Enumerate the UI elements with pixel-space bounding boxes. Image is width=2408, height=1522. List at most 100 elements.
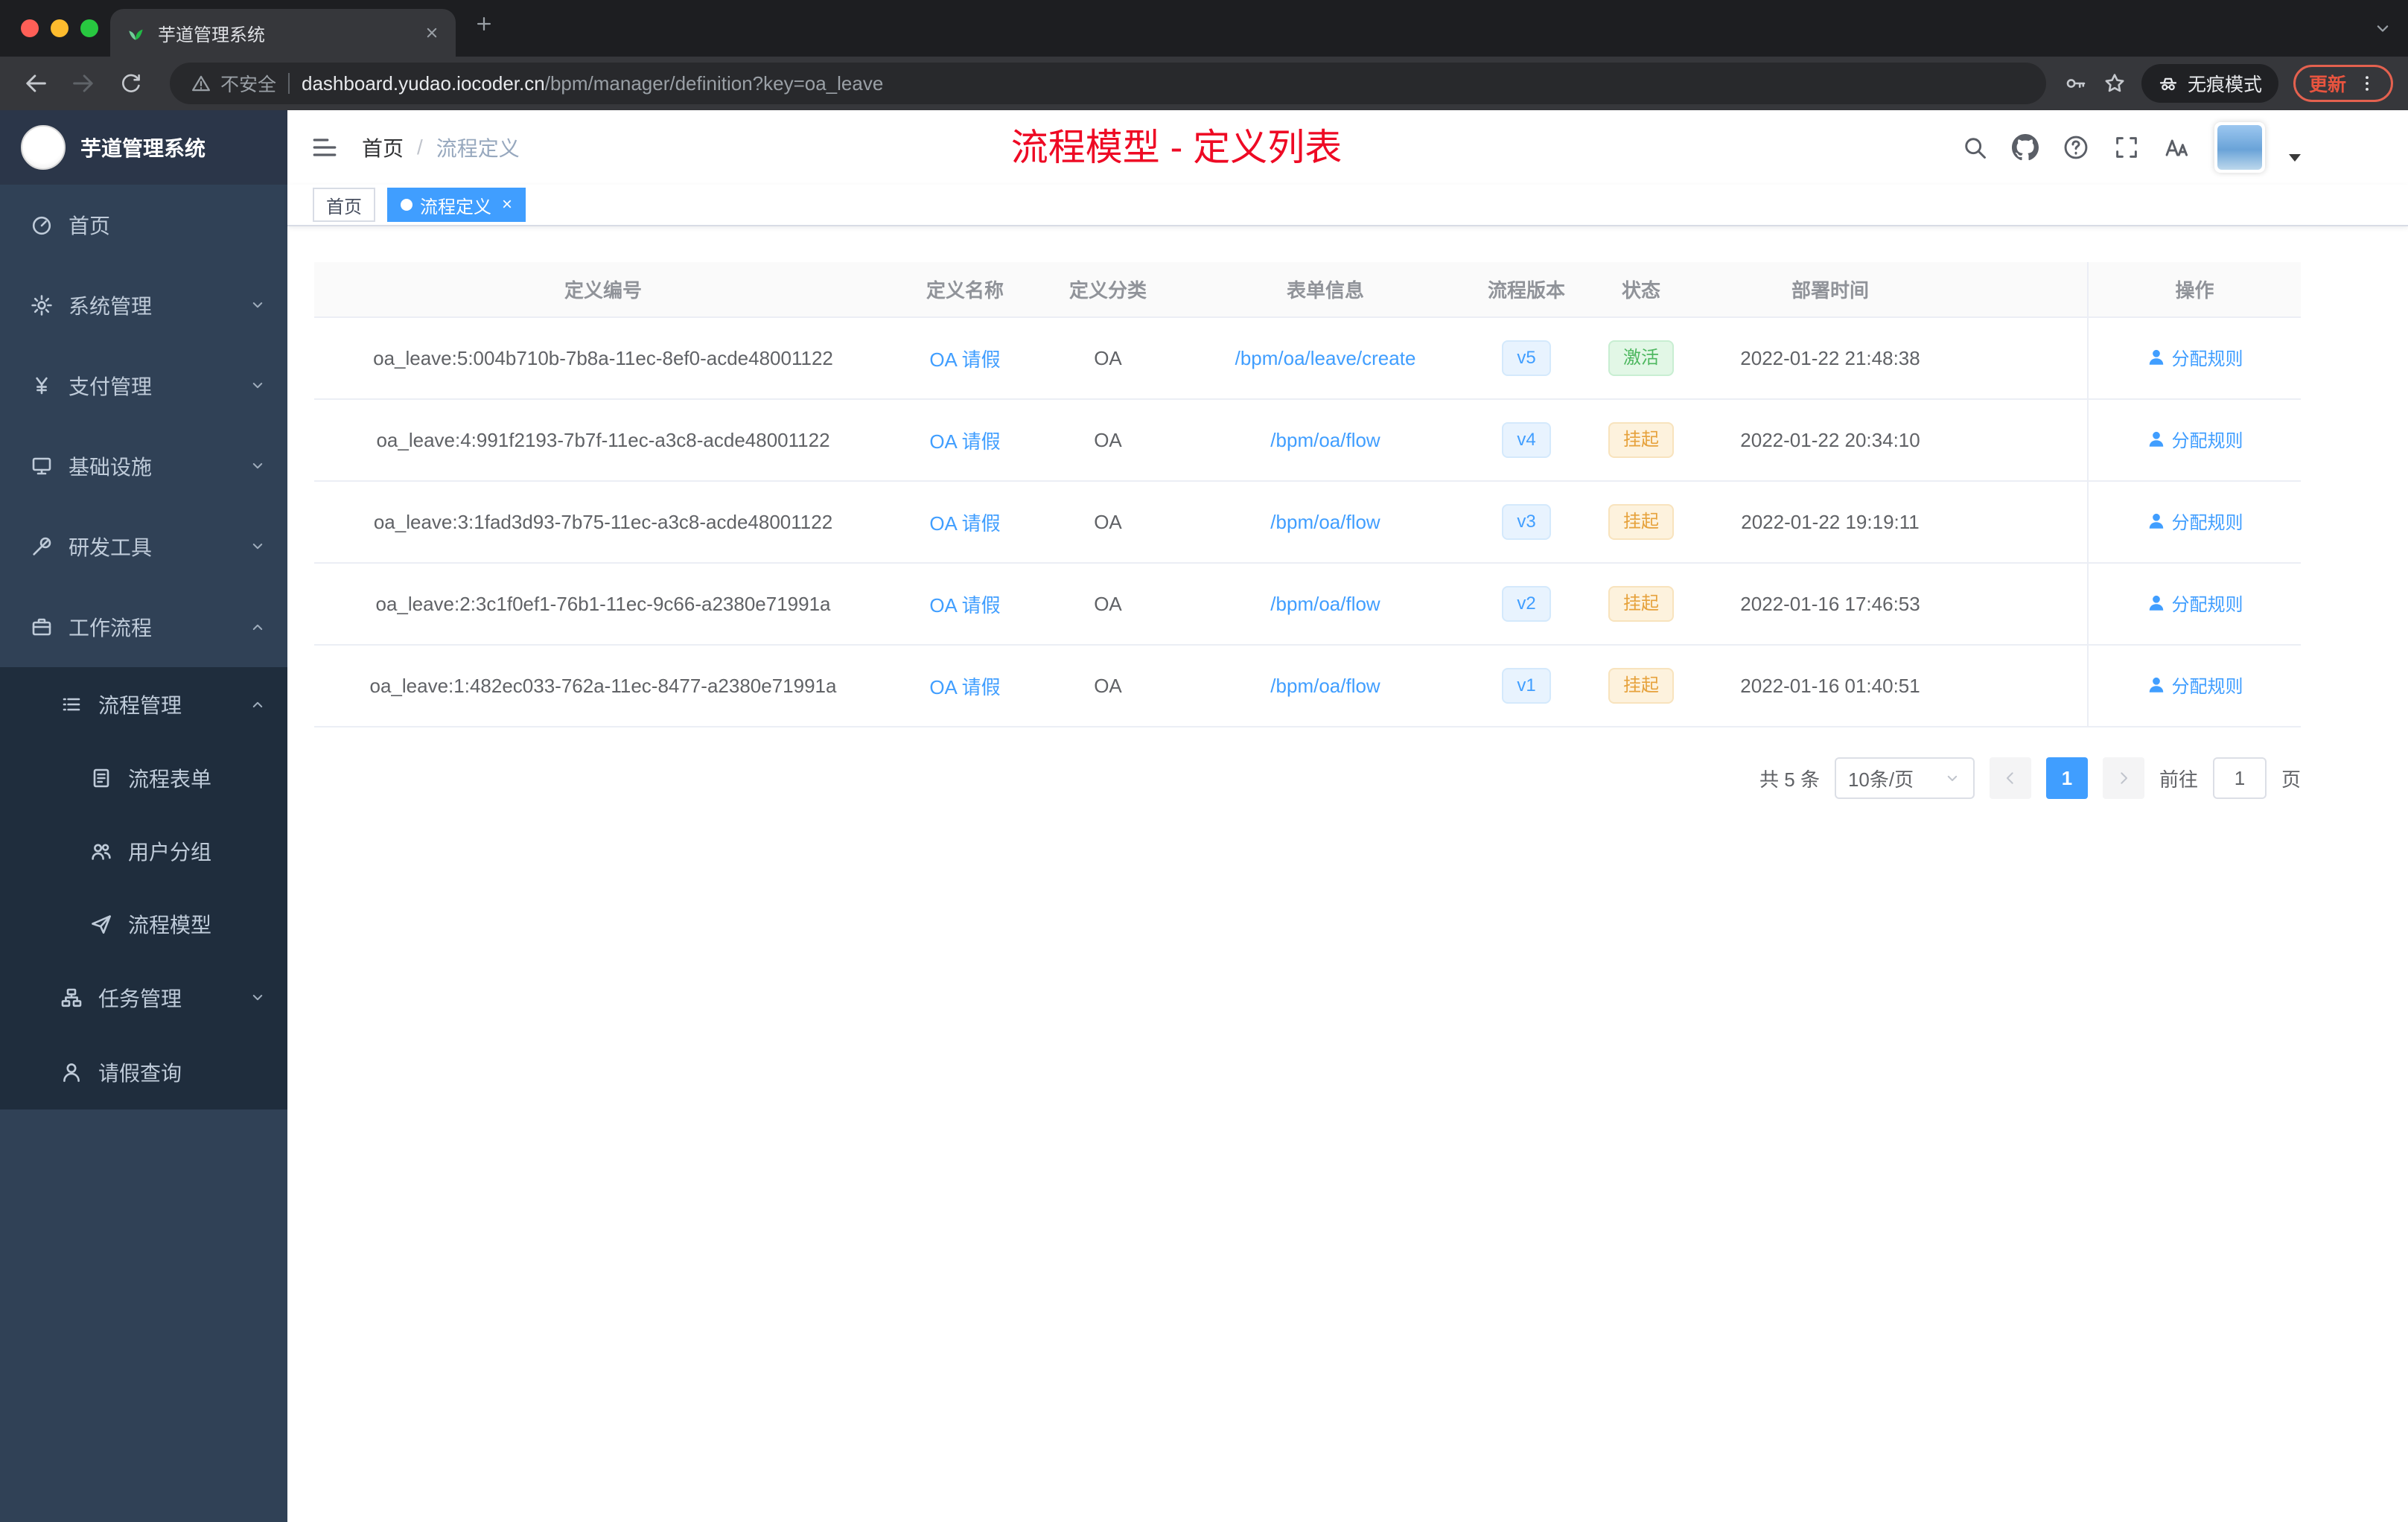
list-icon xyxy=(60,692,83,716)
header-actions xyxy=(1961,110,2301,185)
help-icon[interactable] xyxy=(2063,134,2089,161)
tag-process-definition[interactable]: 流程定义 × xyxy=(387,188,526,222)
assign-rule-link[interactable]: 分配规则 xyxy=(2147,590,2243,616)
spacer-cell xyxy=(1958,563,2088,646)
version-tag: v5 xyxy=(1502,340,1551,376)
tab-close-icon[interactable] xyxy=(423,24,441,42)
gear-icon xyxy=(30,293,54,317)
table-header-row: 定义编号 定义名称 定义分类 表单信息 流程版本 状态 部署时间 操作 xyxy=(314,262,2301,318)
spacer-cell xyxy=(1958,645,2088,727)
url-path: /bpm/manager/definition?key=oa_leave xyxy=(544,71,884,95)
form-info-link[interactable]: /bpm/oa/flow xyxy=(1270,675,1380,697)
new-tab-button[interactable] xyxy=(474,13,494,34)
assign-rule-link[interactable]: 分配规则 xyxy=(2147,672,2243,698)
assign-rule-link[interactable]: 分配规则 xyxy=(2147,508,2243,534)
definition-name-link[interactable]: OA 请假 xyxy=(929,512,1000,535)
sidebar-item-system[interactable]: 系统管理 xyxy=(0,265,287,346)
breadcrumb-home[interactable]: 首页 xyxy=(362,133,404,162)
wrench-icon xyxy=(30,535,54,558)
back-button[interactable] xyxy=(15,63,57,104)
bookmark-star-icon[interactable] xyxy=(2103,71,2127,95)
col-process-version: 流程版本 xyxy=(1473,262,1580,318)
definition-id: oa_leave:5:004b710b-7b8a-11ec-8ef0-acde4… xyxy=(373,346,833,369)
pagination: 共 5 条 10条/页 1 前往 页 xyxy=(314,757,2301,799)
user-icon xyxy=(2147,348,2166,367)
deploy-time: 2022-01-22 21:48:38 xyxy=(1740,346,1920,369)
avatar-caret-icon[interactable] xyxy=(2289,154,2301,162)
form-info-link[interactable]: /bpm/oa/leave/create xyxy=(1235,347,1416,369)
browser-tab[interactable]: 芋道管理系统 xyxy=(110,9,456,57)
back-icon xyxy=(22,70,49,97)
close-window-button[interactable] xyxy=(21,19,39,37)
form-info-link[interactable]: /bpm/oa/flow xyxy=(1270,429,1380,451)
deploy-time: 2022-01-16 17:46:53 xyxy=(1740,592,1920,615)
form-info-link[interactable]: /bpm/oa/flow xyxy=(1270,593,1380,615)
sidebar-item-user-group[interactable]: 用户分组 xyxy=(0,815,287,888)
minimize-window-button[interactable] xyxy=(51,19,69,37)
sidebar-item-process-management[interactable]: 流程管理 xyxy=(0,667,287,742)
reload-button[interactable] xyxy=(110,63,152,104)
chevron-down-icon xyxy=(249,296,267,314)
sidebar-toggle-icon[interactable] xyxy=(310,133,340,162)
assign-rule-link[interactable]: 分配规则 xyxy=(2147,344,2243,370)
maximize-window-button[interactable] xyxy=(80,19,98,37)
status-tag: 挂起 xyxy=(1608,668,1674,704)
browser-toolbar: 不安全 dashboard.yudao.iocoder.cn/bpm/manag… xyxy=(0,57,2408,110)
version-tag: v2 xyxy=(1502,586,1551,622)
chrome-update-button[interactable]: 更新 xyxy=(2293,65,2393,102)
fullscreen-icon[interactable] xyxy=(2113,134,2140,161)
tab-search-chevron-icon[interactable] xyxy=(2372,18,2393,39)
toolbar-right: 无痕模式 更新 xyxy=(2064,64,2393,103)
tag-home[interactable]: 首页 xyxy=(313,188,375,222)
definition-id: oa_leave:4:991f2193-7b7f-11ec-a3c8-acde4… xyxy=(376,428,830,451)
definition-name-link[interactable]: OA 请假 xyxy=(929,594,1000,617)
sidebar-item-process-model[interactable]: 流程模型 xyxy=(0,888,287,961)
sidebar-item-home[interactable]: 首页 xyxy=(0,185,287,265)
col-definition-id: 定义编号 xyxy=(314,262,892,318)
assign-rule-link[interactable]: 分配规则 xyxy=(2147,426,2243,452)
sidebar-item-process-form[interactable]: 流程表单 xyxy=(0,742,287,815)
page-number-button[interactable]: 1 xyxy=(2045,757,2088,799)
tag-close-icon[interactable]: × xyxy=(502,194,512,215)
incognito-label: 无痕模式 xyxy=(2187,74,2262,95)
browser-menu-icon[interactable] xyxy=(2357,73,2377,94)
sidebar-item-devtools[interactable]: 研发工具 xyxy=(0,506,287,587)
definition-name-link[interactable]: OA 请假 xyxy=(929,348,1000,371)
prev-page-button[interactable] xyxy=(1989,757,2031,799)
address-bar[interactable]: 不安全 dashboard.yudao.iocoder.cn/bpm/manag… xyxy=(170,63,2046,104)
user-icon xyxy=(2147,593,2166,613)
breadcrumb: 首页 / 流程定义 xyxy=(362,110,520,185)
url-domain: dashboard.yudao.iocoder.cn xyxy=(302,71,545,95)
col-status: 状态 xyxy=(1580,262,1702,318)
forward-button[interactable] xyxy=(63,63,104,104)
sidebar-item-workflow[interactable]: 工作流程 xyxy=(0,587,287,667)
github-icon[interactable] xyxy=(2012,134,2039,161)
col-definition-name: 定义名称 xyxy=(892,262,1038,318)
definition-id: oa_leave:1:482ec033-762a-11ec-8477-a2380… xyxy=(369,674,837,697)
page-size-select[interactable]: 10条/页 xyxy=(1834,757,1975,799)
password-key-icon[interactable] xyxy=(2064,71,2088,95)
form-info-link[interactable]: /bpm/oa/flow xyxy=(1270,511,1380,533)
font-size-icon[interactable] xyxy=(2164,134,2191,161)
sidebar-logo[interactable]: 芋道管理系统 xyxy=(0,110,287,185)
spacer-cell xyxy=(1958,317,2088,400)
next-page-button[interactable] xyxy=(2102,757,2144,799)
tab-title: 芋道管理系统 xyxy=(158,25,265,45)
yen-icon xyxy=(30,374,54,398)
definition-table: 定义编号 定义名称 定义分类 表单信息 流程版本 状态 部署时间 操作 oa_l… xyxy=(314,262,2301,727)
sidebar-item-leave-query[interactable]: 请假查询 xyxy=(0,1035,287,1109)
definition-name-link[interactable]: OA 请假 xyxy=(929,676,1000,698)
definition-name-link[interactable]: OA 请假 xyxy=(929,430,1000,453)
sidebar-item-infrastructure[interactable]: 基础设施 xyxy=(0,426,287,506)
sidebar-item-payment[interactable]: 支付管理 xyxy=(0,346,287,426)
table-row: oa_leave:2:3c1f0ef1-76b1-11ec-9c66-a2380… xyxy=(314,563,2301,646)
document-icon xyxy=(89,766,113,790)
col-form-info: 表单信息 xyxy=(1178,262,1473,318)
incognito-badge: 无痕模式 xyxy=(2141,64,2278,103)
search-icon[interactable] xyxy=(1961,134,1988,161)
security-chip[interactable]: 不安全 xyxy=(191,70,276,97)
page-jump-input[interactable] xyxy=(2212,757,2267,799)
user-avatar[interactable] xyxy=(2214,122,2265,173)
page-unit-label: 页 xyxy=(2281,768,2301,791)
sidebar-item-task-management[interactable]: 任务管理 xyxy=(0,961,287,1035)
